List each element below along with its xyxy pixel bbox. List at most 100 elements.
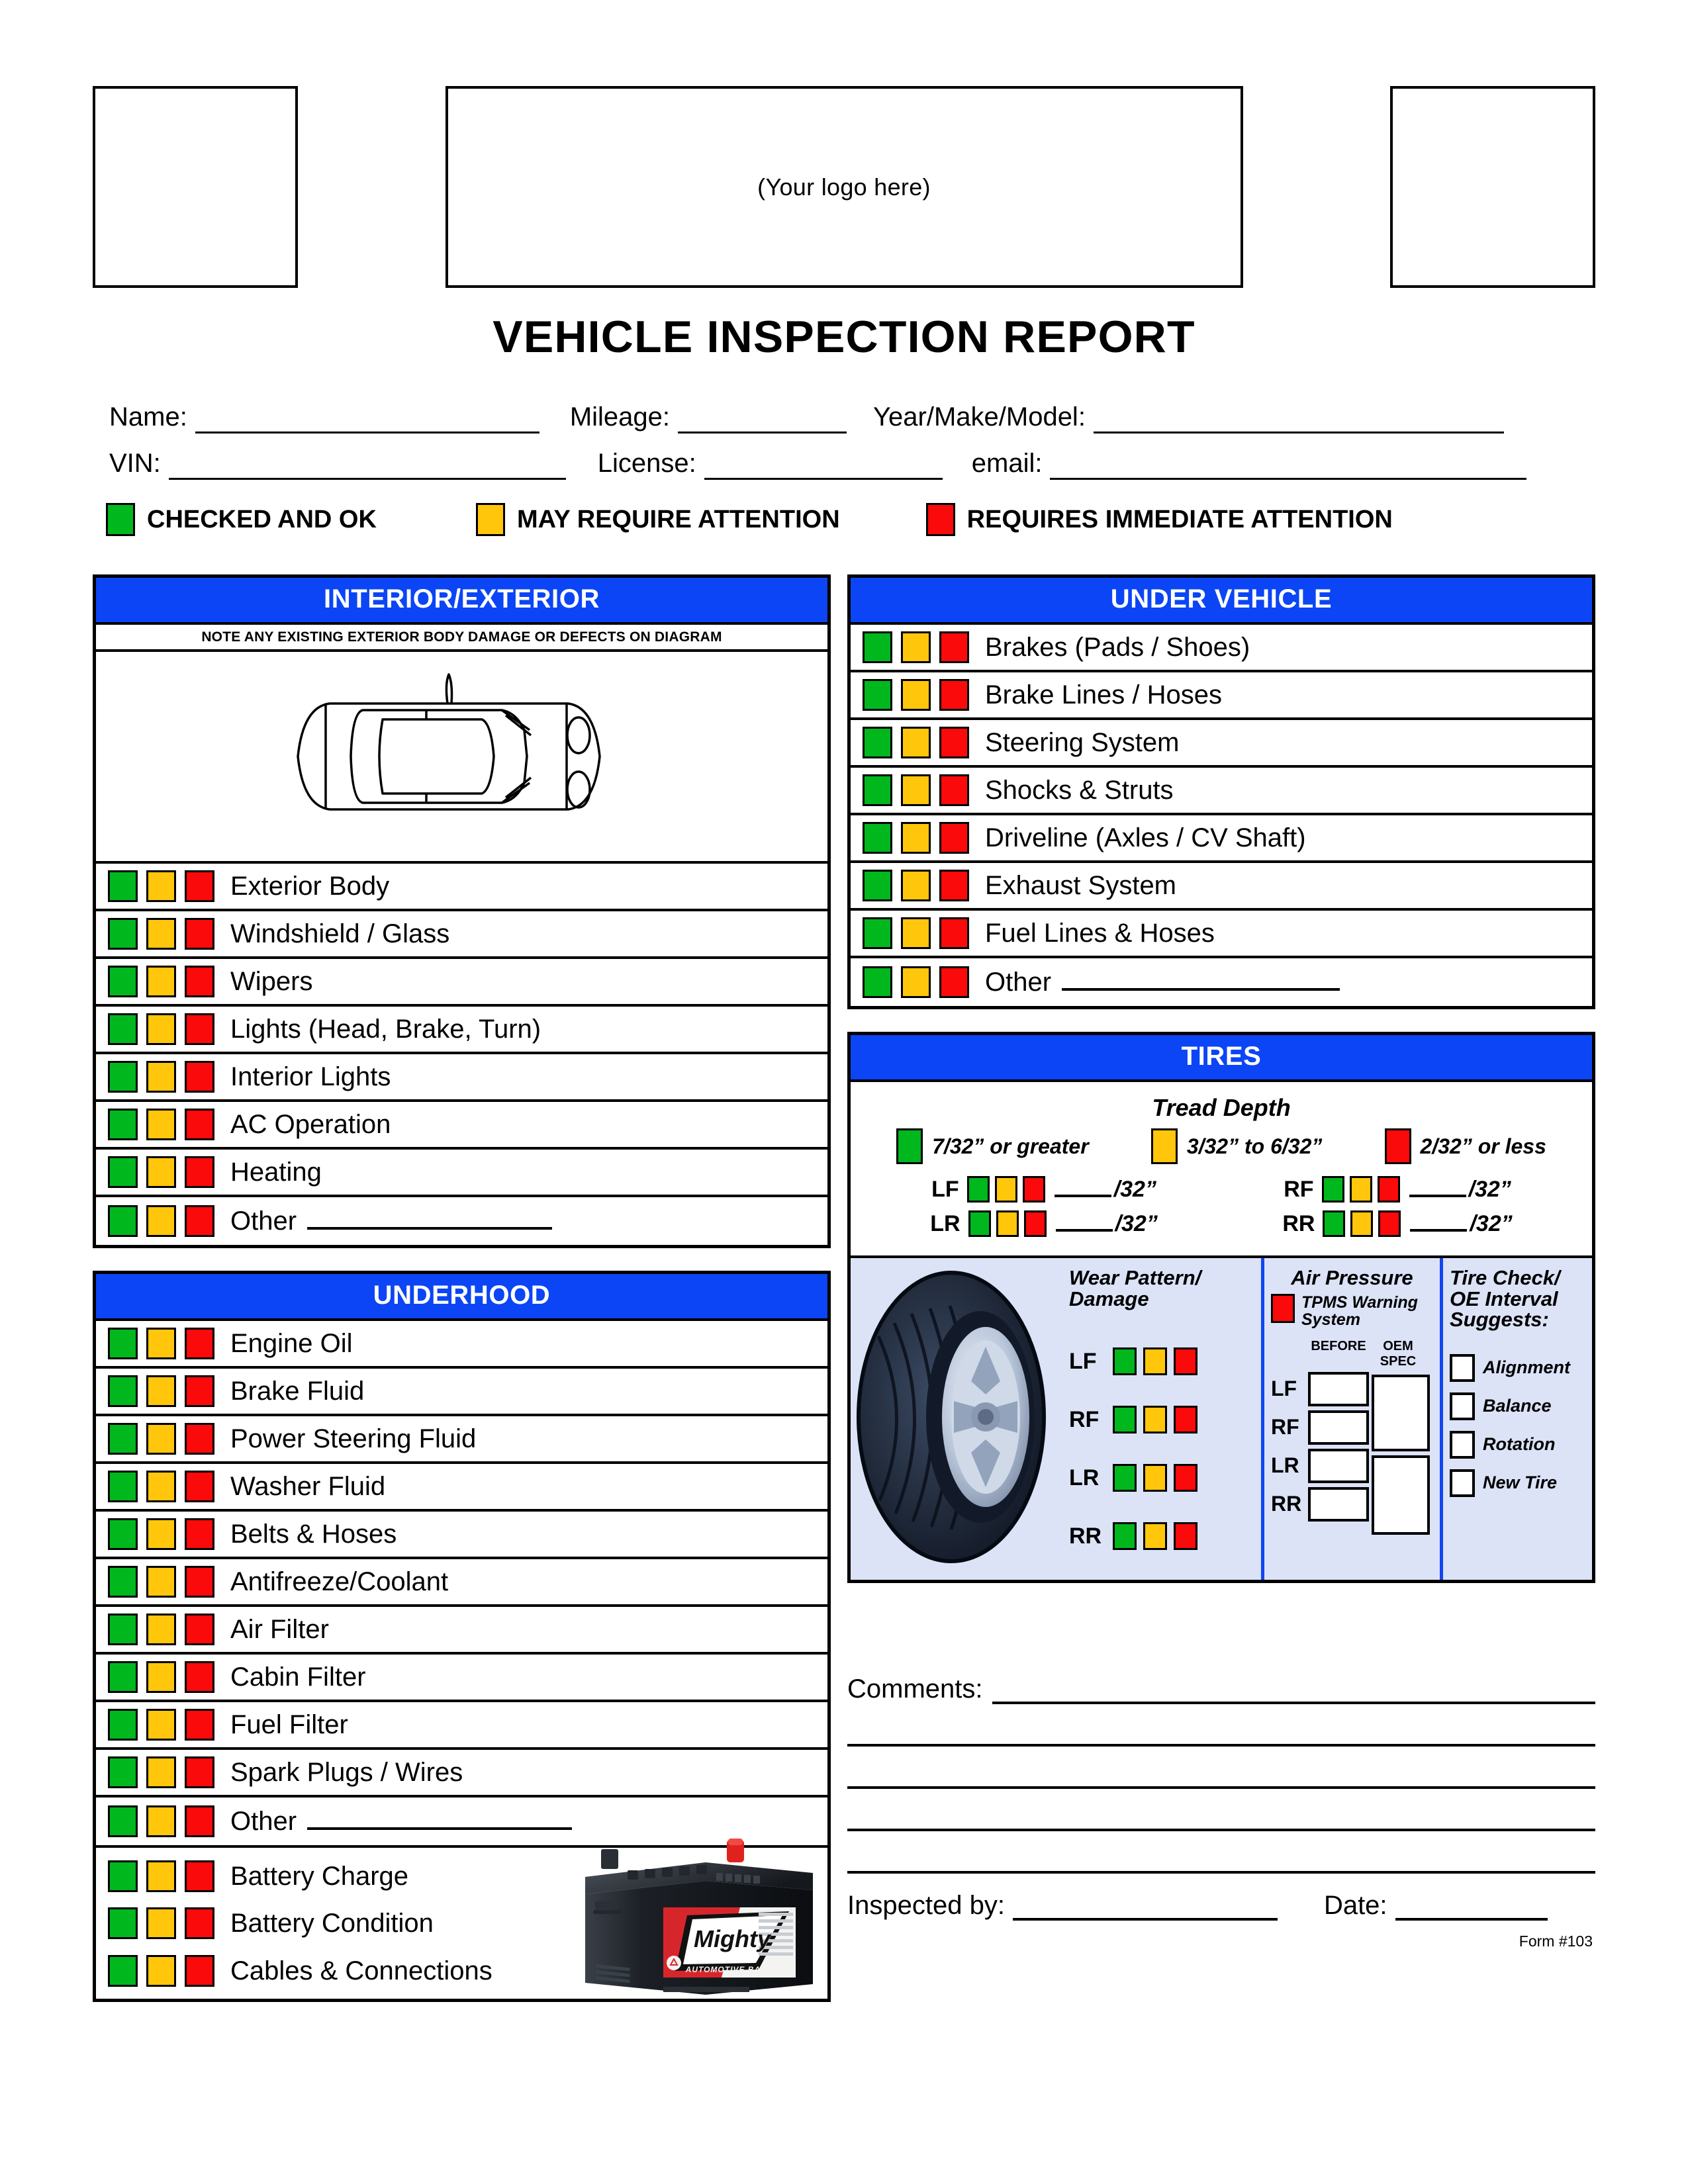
chk-row-spark-plugs-wires[interactable]: Spark Plugs / Wires [96,1750,827,1797]
swatch-group[interactable] [108,1328,214,1359]
tread-depth-rf[interactable]: RF /32” [1284,1176,1511,1203]
green-swatch-icon[interactable] [863,870,892,901]
swatch-group[interactable] [863,774,969,806]
chk-row-brakes[interactable]: Brakes (Pads / Shoes) [851,625,1592,672]
yellow-swatch-icon[interactable] [901,631,931,663]
green-swatch-icon[interactable] [108,1518,138,1550]
red-swatch-icon[interactable] [185,1328,214,1359]
checkbox-alignment[interactable]: Alignment [1450,1353,1585,1382]
swatch-group[interactable] [863,822,969,854]
red-swatch-icon[interactable] [185,1109,214,1140]
inspected-by-input[interactable] [1012,1894,1278,1921]
swatch-group[interactable] [108,1013,214,1045]
mileage-input[interactable] [678,407,847,433]
green-swatch-icon[interactable] [863,631,892,663]
yellow-swatch-icon[interactable] [1143,1406,1167,1434]
chk-row-exterior-body[interactable]: Exterior Body [96,864,827,911]
swatch-group[interactable] [108,1109,214,1140]
yellow-swatch-icon[interactable] [146,1805,176,1837]
tpms-warning[interactable]: TPMS Warning System [1271,1293,1433,1328]
air-pressure-rf-before-input[interactable] [1308,1410,1369,1445]
green-swatch-icon[interactable] [968,1210,991,1237]
red-swatch-icon[interactable] [185,1661,214,1693]
red-swatch-icon[interactable] [939,917,969,949]
chk-row-air-filter[interactable]: Air Filter [96,1607,827,1655]
green-swatch-icon[interactable] [966,1176,990,1203]
yellow-swatch-icon[interactable] [146,918,176,950]
air-pressure-lr-before-input[interactable] [1308,1448,1369,1483]
checkbox-icon[interactable] [1450,1353,1475,1382]
red-swatch-icon[interactable] [185,1907,214,1939]
red-swatch-icon[interactable] [185,1423,214,1455]
swatch-group[interactable] [863,631,969,663]
tread-depth-lf[interactable]: LF /32” [931,1176,1156,1203]
green-swatch-icon[interactable] [863,679,892,711]
green-swatch-icon[interactable] [863,822,892,854]
comments-input-line-5[interactable] [847,1831,1595,1874]
yellow-swatch-icon[interactable] [146,1860,176,1892]
red-swatch-icon[interactable] [185,1756,214,1788]
green-swatch-icon[interactable] [108,1205,138,1237]
chk-row-engine-oil[interactable]: Engine Oil [96,1321,827,1369]
yellow-swatch-icon[interactable] [901,774,931,806]
vin-field[interactable]: VIN: [109,449,566,480]
swatch-group[interactable] [108,1471,214,1502]
yellow-swatch-icon[interactable] [146,1907,176,1939]
swatch-group[interactable] [108,1805,214,1837]
chk-row-brake-lines-hoses[interactable]: Brake Lines / Hoses [851,672,1592,720]
red-swatch-icon[interactable] [1377,1176,1400,1203]
swatch-group[interactable] [108,918,214,950]
comments-input-line-4[interactable] [847,1789,1595,1831]
swatch-group[interactable] [108,1156,214,1188]
logo-box-center[interactable]: (Your logo here) [445,86,1243,288]
tread-depth-lr-input[interactable] [1055,1216,1113,1232]
swatch-group[interactable] [863,870,969,901]
checkbox-icon[interactable] [1450,1392,1475,1420]
green-swatch-icon[interactable] [108,1661,138,1693]
tread-depth-rf-input[interactable] [1409,1181,1466,1197]
chk-row-fuel-filter[interactable]: Fuel Filter [96,1702,827,1750]
swatch-group[interactable] [108,1907,214,1939]
chk-row-steering-system[interactable]: Steering System [851,720,1592,768]
email-field[interactable]: email: [972,449,1527,480]
chk-row-fuel-lines-hoses[interactable]: Fuel Lines & Hoses [851,911,1592,958]
email-input[interactable] [1050,453,1527,480]
red-swatch-icon[interactable] [185,918,214,950]
yellow-swatch-icon[interactable] [146,1013,176,1045]
swatch-group[interactable] [108,1061,214,1093]
red-swatch-icon[interactable] [185,1518,214,1550]
green-swatch-icon[interactable] [108,1805,138,1837]
yellow-swatch-icon[interactable] [1143,1522,1167,1551]
other-input[interactable] [307,1813,573,1830]
chk-row-ac-operation[interactable]: AC Operation [96,1102,827,1150]
red-swatch-icon[interactable] [939,966,969,998]
red-swatch-icon[interactable] [185,1375,214,1407]
green-swatch-icon[interactable] [108,1756,138,1788]
green-swatch-icon[interactable] [1113,1522,1137,1551]
name-input[interactable] [195,407,539,433]
tread-depth-rr-input[interactable] [1410,1216,1468,1232]
yellow-swatch-icon[interactable] [901,679,931,711]
logo-box-left[interactable] [93,86,298,288]
green-swatch-icon[interactable] [1321,1176,1344,1203]
red-swatch-icon[interactable] [185,966,214,997]
chk-row-power-steering-fluid[interactable]: Power Steering Fluid [96,1416,827,1464]
yellow-swatch-icon[interactable] [146,1471,176,1502]
wear-row-rf[interactable]: RF [1069,1406,1254,1434]
yellow-swatch-icon[interactable] [146,1661,176,1693]
green-swatch-icon[interactable] [108,1471,138,1502]
red-swatch-icon[interactable] [939,679,969,711]
red-swatch-icon[interactable] [1023,1210,1047,1237]
green-swatch-icon[interactable] [108,1156,138,1188]
license-field[interactable]: License: [598,449,943,480]
wear-row-lf[interactable]: LF [1069,1347,1254,1376]
red-swatch-icon[interactable] [185,1061,214,1093]
name-field[interactable]: Name: [109,402,539,433]
air-pressure-lf-before-input[interactable] [1308,1371,1369,1406]
swatch-group[interactable] [863,679,969,711]
yellow-swatch-icon[interactable] [146,1566,176,1598]
chk-row-other[interactable]: Other [96,1197,827,1245]
red-swatch-icon[interactable] [1378,1210,1401,1237]
red-swatch-icon[interactable] [939,870,969,901]
chk-row-heating[interactable]: Heating [96,1150,827,1197]
